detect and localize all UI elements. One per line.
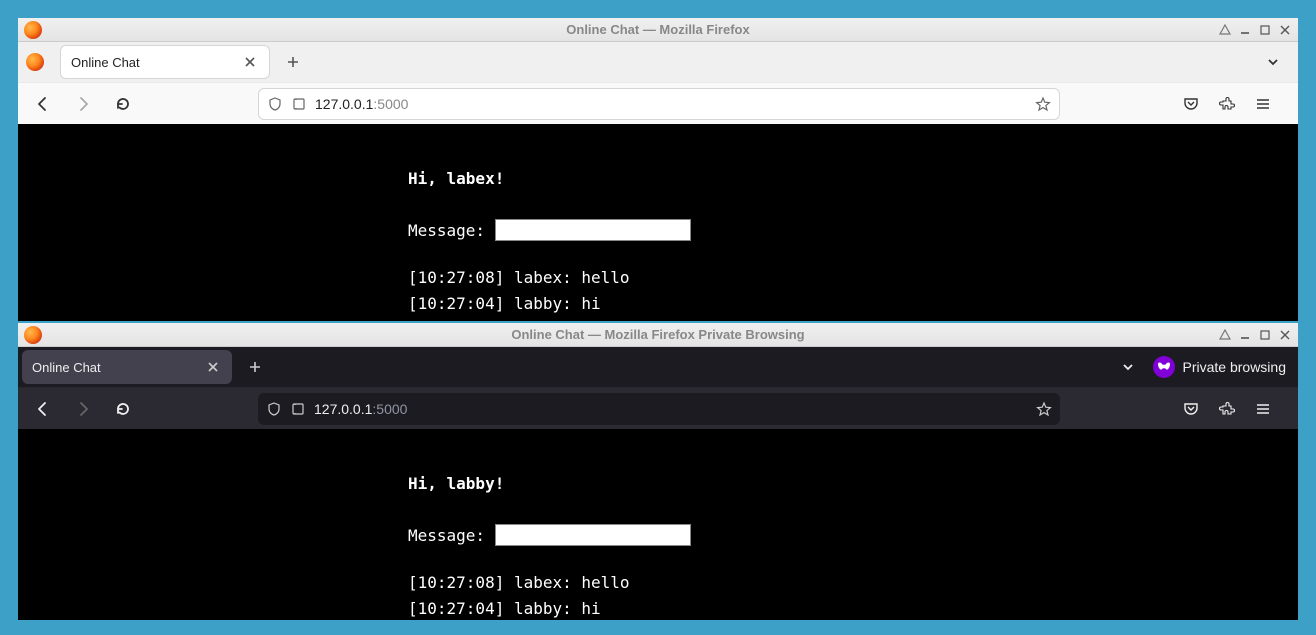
message-label: Message:: [408, 523, 485, 549]
site-identity-icon[interactable]: [291, 96, 307, 112]
window-titlebar[interactable]: Online Chat — Mozilla Firefox: [18, 18, 1298, 42]
window-close-button[interactable]: [1276, 326, 1294, 344]
tracking-protection-icon[interactable]: [266, 401, 282, 417]
window-maximize-button[interactable]: [1256, 326, 1274, 344]
chat-log-line: [10:27:04] labby: hi: [408, 596, 1298, 620]
tracking-protection-icon[interactable]: [267, 96, 283, 112]
window-close-button[interactable]: [1276, 21, 1294, 39]
back-button[interactable]: [28, 89, 58, 119]
url-port: :5000: [372, 401, 407, 417]
tab-strip: Online Chat Private browsing: [18, 347, 1298, 387]
url-host: 127.0.0.1: [314, 401, 372, 417]
back-button[interactable]: [28, 394, 58, 424]
window-controls: [1216, 18, 1294, 41]
greeting-text: Hi, labby!: [408, 471, 1298, 497]
reload-button[interactable]: [108, 394, 138, 424]
url-host: 127.0.0.1: [315, 96, 373, 112]
navigation-toolbar: 127.0.0.1:5000: [18, 387, 1298, 429]
window-title: Online Chat — Mozilla Firefox Private Br…: [511, 327, 804, 342]
private-browsing-indicator: Private browsing: [1153, 356, 1287, 378]
forward-button: [68, 89, 98, 119]
window-titlebar[interactable]: Online Chat — Mozilla Firefox Private Br…: [18, 323, 1298, 347]
message-row: Message:: [408, 218, 1298, 244]
tab-close-button[interactable]: [241, 53, 259, 71]
message-input[interactable]: [495, 524, 691, 546]
url-port: :5000: [373, 96, 408, 112]
message-input[interactable]: [495, 219, 691, 241]
save-to-pocket-button[interactable]: [1176, 394, 1206, 424]
chat-page: Hi, labby! Message: [10:27:08] labex: he…: [408, 471, 1298, 620]
navigation-toolbar: 127.0.0.1:5000: [18, 82, 1298, 124]
app-menu-button[interactable]: [1248, 394, 1278, 424]
browser-tab[interactable]: Online Chat: [60, 45, 270, 79]
tab-label: Online Chat: [32, 360, 101, 375]
page-viewport: Hi, labby! Message: [10:27:08] labex: he…: [18, 429, 1298, 620]
forward-button: [68, 394, 98, 424]
chat-log-line: [10:27:04] labby: hi: [408, 291, 1298, 317]
chat-log-line: [10:27:08] labex: hello: [408, 570, 1298, 596]
extensions-button[interactable]: [1212, 89, 1242, 119]
new-tab-button[interactable]: [278, 47, 308, 77]
window-minimize-button[interactable]: [1236, 326, 1254, 344]
bookmark-button[interactable]: [1036, 401, 1052, 417]
address-bar[interactable]: 127.0.0.1:5000: [258, 88, 1060, 120]
reload-button[interactable]: [108, 89, 138, 119]
window-title: Online Chat — Mozilla Firefox: [566, 22, 749, 37]
page-viewport: Hi, labex! Message: [10:27:08] labex: he…: [18, 124, 1298, 321]
private-browsing-label: Private browsing: [1183, 359, 1287, 375]
extensions-button[interactable]: [1212, 394, 1242, 424]
tab-close-button[interactable]: [204, 358, 222, 376]
chat-log-line: [10:27:08] labex: hello: [408, 265, 1298, 291]
message-row: Message:: [408, 523, 1298, 549]
window-ontop-button[interactable]: [1216, 326, 1234, 344]
url-text: 127.0.0.1:5000: [314, 401, 407, 417]
chat-log: [10:27:08] labex: hello [10:27:04] labby…: [408, 570, 1298, 620]
message-label: Message:: [408, 218, 485, 244]
site-identity-icon[interactable]: [290, 401, 306, 417]
firefox-logo-icon: [24, 326, 42, 344]
window-controls: [1216, 323, 1294, 346]
address-bar[interactable]: 127.0.0.1:5000: [258, 393, 1060, 425]
window-maximize-button[interactable]: [1256, 21, 1274, 39]
tabs-list-button[interactable]: [1115, 354, 1141, 380]
firefox-logo-icon: [24, 21, 42, 39]
toolbar-right: [1176, 394, 1278, 424]
new-tab-button[interactable]: [240, 352, 270, 382]
tabs-list-button[interactable]: [1260, 49, 1286, 75]
toolbar-right: [1176, 89, 1278, 119]
greeting-text: Hi, labex!: [408, 166, 1298, 192]
private-mask-icon: [1153, 356, 1175, 378]
browser-tab[interactable]: Online Chat: [22, 350, 232, 384]
window-ontop-button[interactable]: [1216, 21, 1234, 39]
tab-label: Online Chat: [71, 55, 140, 70]
app-menu-button[interactable]: [1248, 89, 1278, 119]
window-minimize-button[interactable]: [1236, 21, 1254, 39]
save-to-pocket-button[interactable]: [1176, 89, 1206, 119]
chat-page: Hi, labex! Message: [10:27:08] labex: he…: [408, 166, 1298, 316]
tab-strip: Online Chat: [18, 42, 1298, 82]
firefox-window-2-private: Online Chat — Mozilla Firefox Private Br…: [18, 323, 1298, 620]
firefox-logo-icon: [26, 53, 44, 71]
url-text: 127.0.0.1:5000: [315, 96, 408, 112]
bookmark-button[interactable]: [1035, 96, 1051, 112]
firefox-window-1: Online Chat — Mozilla Firefox Online Cha…: [18, 18, 1298, 321]
chat-log: [10:27:08] labex: hello [10:27:04] labby…: [408, 265, 1298, 316]
